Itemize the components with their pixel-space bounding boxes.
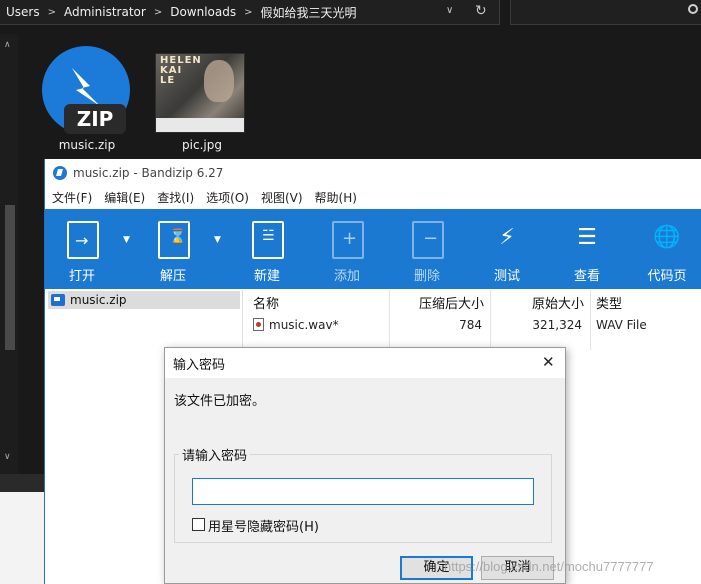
cell-name: music.wav* [269,318,339,332]
menu-file[interactable]: 文件(F) [52,189,92,206]
view-label: 查看 [573,269,600,284]
password-input[interactable] [192,478,534,505]
scroll-down-icon[interactable]: ∨ [4,452,11,462]
search-icon[interactable] [688,4,698,14]
open-icon: → [67,221,99,259]
audio-file-icon [253,318,264,331]
new-archive-button[interactable]: ☱ 新建 [232,209,302,289]
breadcrumb-administrator[interactable]: Administrator [64,5,146,19]
column-header-original[interactable]: 原始大小 [532,293,584,312]
new-archive-icon: ☱ [252,221,284,259]
delete-button[interactable]: − 删除 [392,209,462,289]
password-group-title: 请输入密码 [179,445,251,464]
window-titlebar: music.zip - Bandizip 6.27 [45,159,701,186]
codepage-button[interactable]: 🌐 代码页 [632,209,701,289]
tree-item-label: music.zip [70,293,127,307]
address-bar[interactable]: Users > Administrator > Downloads > 假如给我… [0,0,500,25]
scroll-up-icon[interactable]: ∧ [4,40,11,50]
archive-icon [51,294,65,306]
dialog-message: 该文件已加密。 [174,394,266,409]
breadcrumb-current-folder[interactable]: 假如给我三天光明 [261,4,357,21]
view-button[interactable]: ☰ 查看 [552,209,622,289]
codepage-label: 代码页 [647,269,687,284]
thumbnail-text: HELEN KAI LE [160,55,202,86]
add-icon: + [332,221,364,259]
cell-type: WAV File [596,318,647,332]
menu-options[interactable]: 选项(O) [206,189,249,206]
refresh-icon[interactable]: ↻ [475,3,487,19]
menu-bar: 文件(F) 编辑(E) 查找(I) 选项(O) 视图(V) 帮助(H) [45,186,701,208]
delete-label: 删除 [413,269,440,284]
bandizip-zip-icon[interactable]: ZIP [42,46,130,134]
menu-help[interactable]: 帮助(H) [315,189,357,206]
open-button[interactable]: → ▼ 打开 [47,209,130,289]
thumbnail-portrait [204,60,234,102]
extract-icon: ⌛ [158,221,190,259]
add-label: 添加 [333,269,360,284]
chevron-down-icon[interactable]: ∨ [446,5,453,16]
close-icon[interactable]: ✕ [542,353,555,371]
breadcrumb-separator: > [47,6,56,18]
breadcrumb-separator: > [153,6,163,18]
hide-password-checkbox[interactable] [192,518,205,531]
chevron-down-icon[interactable]: ▼ [123,235,130,245]
open-label: 打开 [68,269,95,284]
menu-find[interactable]: 查找(I) [157,189,194,206]
cell-original: 321,324 [532,318,582,332]
window-title: music.zip - Bandizip 6.27 [73,165,224,180]
status-bar [0,474,44,492]
toolbar: → ▼ 打开 ⌛ ▼ 解压 ☱ 新建 + 添加 − 删除 ⚡ 测试 ☰ 查看 🌐… [45,209,701,289]
menu-view[interactable]: 视图(V) [261,189,303,206]
zip-badge: ZIP [77,107,114,131]
add-button[interactable]: + 添加 [312,209,382,289]
test-label: 测试 [493,269,520,284]
view-icon: ☰ [577,225,597,250]
bandizip-app-icon [53,165,67,180]
breadcrumb-downloads[interactable]: Downloads [170,5,236,19]
test-button[interactable]: ⚡ 测试 [472,209,542,289]
extract-button[interactable]: ⌛ ▼ 解压 [138,209,221,289]
cell-compressed: 784 [459,318,482,332]
breadcrumb-separator: > [244,6,253,18]
new-archive-label: 新建 [253,269,280,284]
file-label-pic-jpg[interactable]: pic.jpg [152,138,252,152]
dialog-title: 输入密码 [165,348,565,378]
breadcrumb-users[interactable]: Users [6,5,40,19]
codepage-icon: 🌐 [653,225,681,250]
chevron-down-icon[interactable]: ▼ [214,235,221,245]
menu-edit[interactable]: 编辑(E) [104,189,145,206]
delete-icon: − [412,221,444,259]
watermark: https://blog.csdn.net/mochu7777777 [444,559,654,574]
test-icon: ⚡ [499,225,515,250]
password-dialog: 输入密码 ✕ 该文件已加密。 请输入密码 用星号隐藏密码(H) 确定 取消 [164,347,566,584]
image-thumbnail[interactable]: HELEN KAI LE [155,53,245,133]
extract-label: 解压 [159,269,186,284]
column-header-compressed[interactable]: 压缩后大小 [419,293,484,312]
column-header-name[interactable]: 名称 [253,293,279,312]
hide-password-label[interactable]: 用星号隐藏密码(H) [208,516,319,535]
column-header-type[interactable]: 类型 [596,293,622,312]
scrollbar-thumb[interactable] [5,205,15,350]
file-label-music-zip[interactable]: music.zip [37,138,137,152]
search-input[interactable] [510,0,701,25]
thumbnail-strip [156,118,244,132]
tree-item-music-zip[interactable]: music.zip [48,291,240,309]
